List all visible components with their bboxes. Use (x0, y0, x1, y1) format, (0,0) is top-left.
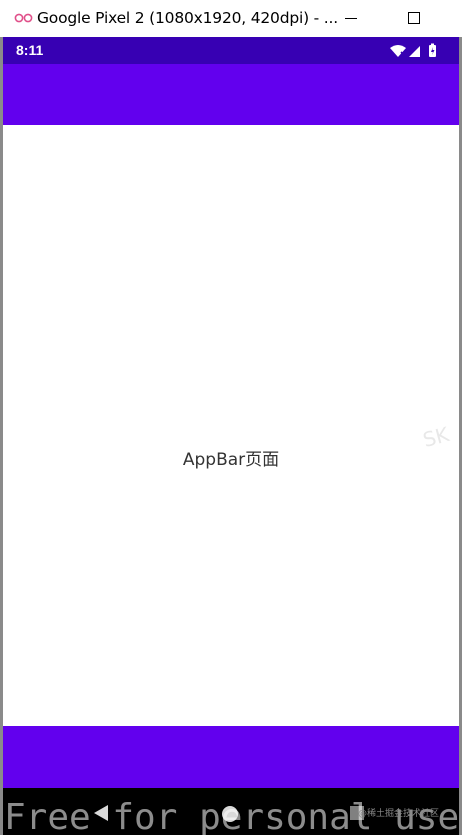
app-bar (3, 64, 459, 125)
status-icons (390, 43, 436, 57)
status-bar: 8:11 (3, 37, 459, 64)
status-time: 8:11 (16, 42, 44, 58)
signal-icon (409, 46, 420, 57)
page-content: AppBar页面 SK (3, 125, 459, 726)
window-titlebar: Google Pixel 2 (1080x1920, 420dpi) - ... (0, 0, 462, 37)
page-body-text: AppBar页面 (182, 450, 280, 470)
bottom-app-bar (3, 726, 459, 788)
maximize-icon[interactable] (392, 0, 432, 37)
minimize-icon[interactable] (330, 0, 370, 37)
wifi-icon (390, 45, 406, 57)
emulator-icon (14, 13, 33, 23)
credit-watermark: @稀土掘金技术社区 (358, 809, 440, 819)
window-title: Google Pixel 2 (1080x1920, 420dpi) - ... (37, 9, 338, 27)
device-screen: 8:11 AppBar页面 SK (3, 37, 459, 835)
battery-icon (429, 43, 436, 57)
